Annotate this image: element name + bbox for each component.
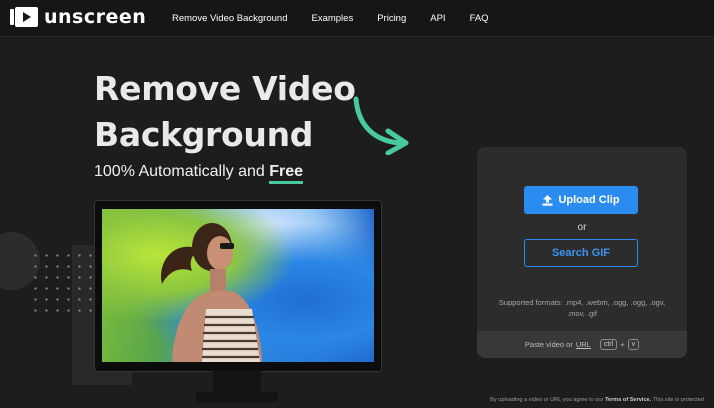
top-nav: unscreen Remove Video Background Example… <box>0 0 714 37</box>
search-gif-button[interactable]: Search GIF <box>524 239 638 267</box>
upload-icon <box>542 194 553 206</box>
nav-link-remove-video-background[interactable]: Remove Video Background <box>172 13 287 24</box>
upload-clip-button[interactable]: Upload Clip <box>524 186 638 214</box>
play-screen-icon <box>10 7 38 27</box>
nav-link-api[interactable]: API <box>430 13 445 24</box>
nav-link-examples[interactable]: Examples <box>311 13 353 24</box>
curved-arrow-icon <box>353 96 409 155</box>
paste-url-link[interactable]: URL <box>576 340 591 349</box>
demo-monitor <box>94 200 382 372</box>
hero-subtitle-free: Free <box>269 163 304 184</box>
key-plus: + <box>620 340 625 349</box>
decorative-dot-grid <box>30 250 92 320</box>
nav-link-pricing[interactable]: Pricing <box>377 13 406 24</box>
supported-formats: Supported formats: .mp4, .webm, .ogg, .o… <box>498 298 666 318</box>
v-key: v <box>627 339 640 350</box>
or-separator: or <box>577 222 587 233</box>
paste-url-bar[interactable]: Paste video or URL ctrl + v <box>477 331 687 358</box>
brand-logo[interactable]: unscreen <box>10 7 146 27</box>
nav-links: Remove Video Background Examples Pricing… <box>172 0 513 36</box>
nav-link-faq[interactable]: FAQ <box>470 13 489 24</box>
upload-clip-label: Upload Clip <box>558 194 620 206</box>
paste-prefix: Paste video or <box>524 340 573 349</box>
hero-subtitle: 100% Automatically and Free <box>94 163 304 184</box>
terms-of-service-link[interactable]: Terms of Service. <box>605 397 651 403</box>
demo-person-silhouette <box>161 223 262 362</box>
upload-panel: Upload Clip or Search GIF Supported form… <box>477 147 687 358</box>
monitor-stand-base <box>196 392 278 402</box>
demo-video-screen <box>102 209 374 362</box>
hero-subtitle-prefix: 100% Automatically and <box>94 163 265 180</box>
brand-name: unscreen <box>44 6 147 28</box>
monitor-stand-neck <box>213 370 261 394</box>
ctrl-key: ctrl <box>599 339 618 350</box>
legal-suffix: This site is protected <box>652 397 704 403</box>
legal-notice: By uploading a video or URL you agree to… <box>490 397 704 403</box>
legal-prefix: By uploading a video or URL you agree to… <box>490 397 604 403</box>
